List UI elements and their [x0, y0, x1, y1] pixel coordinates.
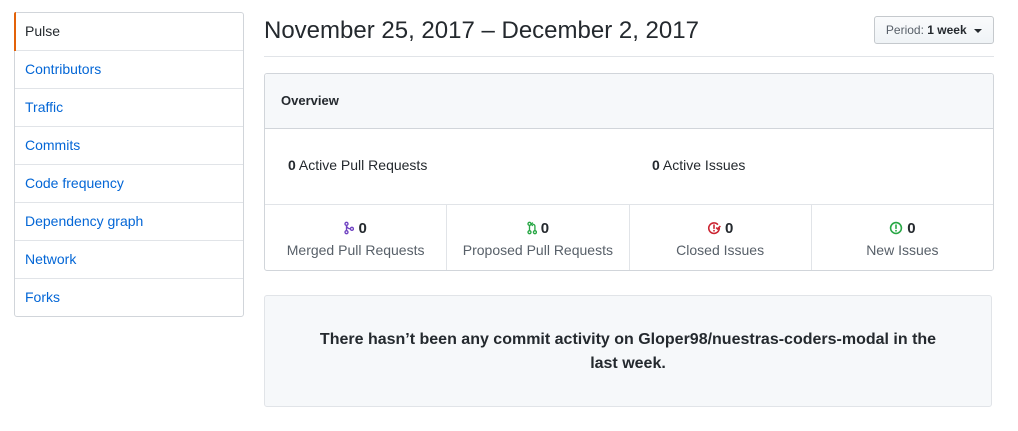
- commit-activity-blankslate: There hasn’t been any commit activity on…: [264, 295, 992, 407]
- active-pull-requests-count: 0: [288, 157, 296, 173]
- git-merge-icon: [344, 221, 355, 235]
- overview-counts: 0 Merged Pull Requests 0 Proposed Pull R…: [265, 205, 993, 270]
- active-pull-requests-stat[interactable]: 0 Active Pull Requests: [288, 157, 427, 173]
- new-issues-label: New Issues: [866, 242, 939, 258]
- period-select-button[interactable]: Period: 1 week: [873, 16, 994, 44]
- sidebar-item-network[interactable]: Network: [15, 241, 243, 279]
- merged-pull-requests-stat[interactable]: 0 Merged Pull Requests: [265, 205, 448, 270]
- active-issues-count: 0: [652, 157, 660, 173]
- pulse-header: November 25, 2017 – December 2, 2017 Per…: [264, 12, 994, 57]
- sidebar-item-dependency-graph[interactable]: Dependency graph: [15, 203, 243, 241]
- sidebar-item-traffic[interactable]: Traffic: [15, 89, 243, 127]
- commit-activity-message: There hasn’t been any commit activity on…: [319, 331, 937, 372]
- repo-insights-sidebar: Pulse Contributors Traffic Commits Code …: [14, 12, 244, 317]
- new-issues-stat[interactable]: 0 New Issues: [812, 205, 993, 270]
- git-pull-request-icon: [527, 221, 537, 235]
- overview-title: Overview: [265, 74, 993, 129]
- active-pull-requests-label: Active Pull Requests: [298, 157, 428, 173]
- active-issues-label: Active Issues: [662, 157, 746, 173]
- issue-closed-icon: [707, 222, 721, 235]
- period-prefix: Period:: [885, 23, 924, 37]
- proposed-pull-requests-stat[interactable]: 0 Proposed Pull Requests: [447, 205, 630, 270]
- active-issues-stat[interactable]: 0 Active Issues: [652, 157, 745, 173]
- closed-issues-count: 0: [724, 220, 734, 237]
- period-value: 1 week: [927, 23, 967, 37]
- overview-panel: Overview 0 Active Pull Requests 0 Active…: [264, 73, 994, 271]
- new-issues-count: 0: [907, 220, 916, 237]
- merged-pull-requests-count: 0: [358, 220, 367, 237]
- issue-opened-icon: [889, 221, 903, 235]
- sidebar-item-commits[interactable]: Commits: [15, 127, 243, 165]
- sidebar-item-contributors[interactable]: Contributors: [15, 51, 243, 89]
- closed-issues-label: Closed Issues: [676, 242, 765, 258]
- overview-active-row: 0 Active Pull Requests 0 Active Issues: [265, 129, 993, 205]
- merged-pull-requests-label: Merged Pull Requests: [286, 242, 425, 258]
- sidebar-item-code-frequency[interactable]: Code frequency: [15, 165, 243, 203]
- caret-down-icon: [974, 28, 982, 33]
- sidebar-item-pulse[interactable]: Pulse: [14, 12, 243, 51]
- sidebar-item-forks[interactable]: Forks: [15, 279, 243, 316]
- proposed-pull-requests-count: 0: [540, 220, 550, 237]
- date-range-title: November 25, 2017 – December 2, 2017: [264, 17, 699, 44]
- proposed-pull-requests-label: Proposed Pull Requests: [462, 242, 613, 258]
- closed-issues-stat[interactable]: 0 Closed Issues: [630, 205, 812, 270]
